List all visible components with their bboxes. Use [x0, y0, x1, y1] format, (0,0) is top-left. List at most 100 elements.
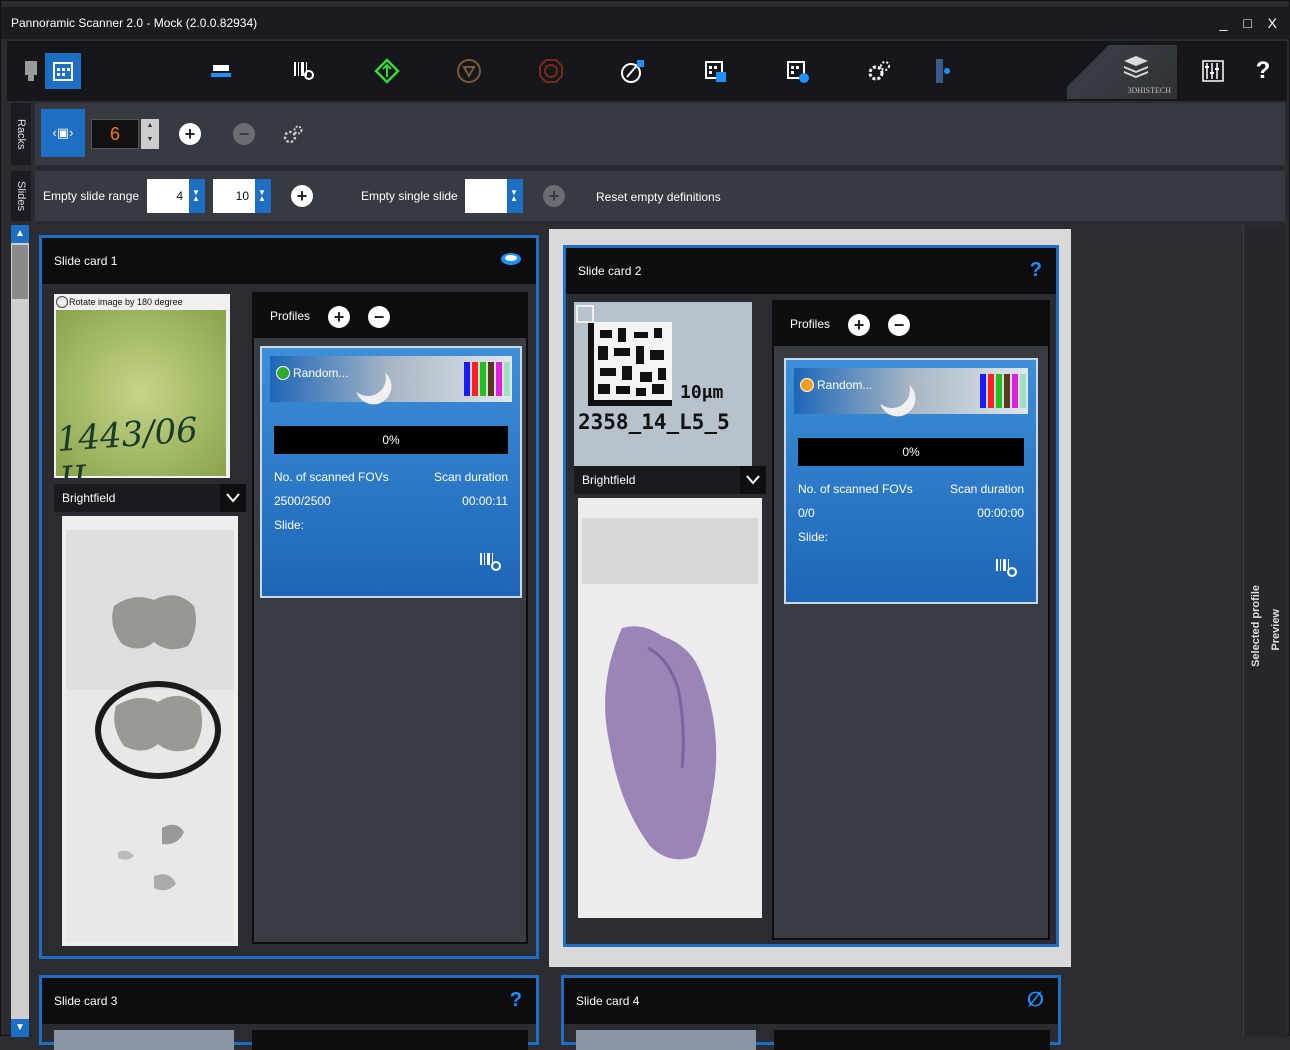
question-icon[interactable]: ?: [1030, 260, 1042, 280]
slide-card-1[interactable]: Slide card 1 Rotate image by 180 degree …: [39, 235, 539, 959]
status-dot: [800, 378, 814, 392]
slide-label: Slide:: [274, 518, 305, 532]
moon-icon: [345, 355, 391, 401]
chevron-down-icon: [740, 466, 766, 494]
barcode-scale: 10μm: [680, 382, 724, 403]
barcode-settings-icon[interactable]: [285, 53, 321, 89]
eye-icon[interactable]: [500, 251, 522, 271]
remove-rack-button[interactable]: −: [233, 123, 255, 145]
remove-profile-button[interactable]: −: [368, 306, 390, 328]
profile-card-top: Random...: [270, 356, 512, 402]
rotate-checkbox[interactable]: Rotate image by 180 degree: [56, 296, 183, 308]
pause-scan-icon[interactable]: [451, 53, 487, 89]
scan-progress: 0%: [274, 426, 508, 454]
scroll-thumb[interactable]: [12, 245, 28, 299]
rack-settings-icon[interactable]: [281, 123, 305, 147]
profile-card[interactable]: Random... 0% No. of scanned FOVs Scan du…: [784, 358, 1038, 604]
duration-value: 00:00:11: [462, 494, 508, 508]
barcode-text: 2358_14_L5_5: [578, 410, 730, 434]
calibration-icon[interactable]: [615, 53, 651, 89]
profile-name-text: Random...: [817, 378, 873, 392]
slide-card-4[interactable]: Slide card 4 ∅: [561, 975, 1061, 1050]
rack-count-stepper[interactable]: ▲ ▼: [141, 119, 159, 149]
status-dot: [276, 366, 290, 380]
window-controls[interactable]: _ □ X: [1220, 7, 1283, 39]
slide-card-2-selection: Slide card 2 ? 10μm 2358_14_L5_5 Brightf…: [549, 229, 1071, 967]
mixer-settings-icon[interactable]: [1195, 53, 1231, 89]
rack-toolbar: ‹▣› 6 ▲ ▼ + −: [35, 103, 1285, 165]
remove-profile-button[interactable]: −: [888, 314, 910, 336]
add-profile-button[interactable]: +: [848, 314, 870, 336]
slide-preview-image: [62, 516, 238, 946]
add-rack-button[interactable]: +: [179, 123, 201, 145]
barcode-settings-icon[interactable]: [994, 557, 1018, 584]
empty-single-label: Empty single slide: [361, 189, 458, 203]
add-range-button[interactable]: +: [291, 185, 313, 207]
selected-profile-tab[interactable]: Selected profile: [1250, 585, 1262, 667]
range-from-input[interactable]: 4: [147, 176, 205, 216]
vertical-scrollbar[interactable]: ▲ ▼: [11, 225, 29, 1037]
slide-card-3[interactable]: Slide card 3 ?: [39, 975, 539, 1050]
rack-count-input[interactable]: 6: [91, 119, 139, 149]
barcode-settings-icon[interactable]: [478, 551, 502, 578]
slide-loader-icon[interactable]: [203, 53, 239, 89]
reset-empty-button[interactable]: Reset empty definitions: [596, 190, 721, 204]
start-scan-icon[interactable]: [369, 53, 405, 89]
rotate-icon: [56, 296, 68, 308]
profile-name: Random...: [800, 378, 872, 392]
save-schedule-icon[interactable]: [697, 53, 733, 89]
rack-navigator-icon[interactable]: ‹▣›: [41, 109, 85, 157]
help-icon[interactable]: ?: [1245, 53, 1281, 89]
card-header: Slide card 4 ∅: [564, 978, 1058, 1024]
preview-tab[interactable]: Preview: [1270, 609, 1282, 651]
values-row: 2500/2500 00:00:11: [274, 494, 508, 508]
slide-row: Slide:: [274, 518, 508, 532]
preview-camera-icon[interactable]: [923, 53, 959, 89]
racks-tab[interactable]: Racks: [11, 103, 31, 165]
fovs-row: No. of scanned FOVs Scan duration: [798, 482, 1024, 496]
scroll-up-icon[interactable]: ▲: [11, 225, 29, 243]
add-single-button[interactable]: +: [543, 185, 565, 207]
empty-slides-toolbar: Empty slide range 4 10 + Empty single sl…: [35, 171, 1285, 221]
profile-card[interactable]: Random... 0% No. of scanned FOVs Scan du…: [260, 346, 522, 598]
slide-row: Slide:: [798, 530, 1024, 544]
slide-label-image: Rotate image by 180 degree 1443/06 II: [54, 294, 230, 478]
load-schedule-icon[interactable]: [779, 53, 815, 89]
add-profile-button[interactable]: +: [328, 306, 350, 328]
range-from-value: 4: [176, 189, 183, 203]
card-header: Slide card 2 ?: [566, 248, 1056, 294]
duration-value: 00:00:00: [977, 506, 1024, 520]
channel-value: Brightfield: [62, 491, 116, 505]
slide-label: Slide:: [798, 530, 829, 544]
profiles-header: Profiles: [774, 302, 1048, 346]
slide-card-2[interactable]: Slide card 2 ? 10μm 2358_14_L5_5 Brightf…: [563, 245, 1059, 947]
slides-tab-label: Slides: [15, 181, 27, 211]
profiles-label: Profiles: [270, 309, 311, 323]
channel-dropdown[interactable]: Brightfield: [574, 466, 766, 494]
calendar-icon[interactable]: [45, 53, 81, 89]
range-to-input[interactable]: 10: [213, 176, 271, 216]
fovs-row: No. of scanned FOVs Scan duration: [274, 470, 508, 484]
slides-tab[interactable]: Slides: [11, 171, 31, 221]
fovs-label: No. of scanned FOVs: [274, 470, 389, 484]
profile-card-top: Random...: [794, 368, 1028, 414]
fovs-value: 2500/2500: [274, 494, 331, 508]
device-icon[interactable]: [13, 53, 49, 89]
window-title: Pannoramic Scanner 2.0 - Mock (2.0.0.829…: [11, 16, 258, 30]
settings-gears-icon[interactable]: [861, 53, 897, 89]
stop-scan-icon[interactable]: [533, 53, 569, 89]
card-title: Slide card 2: [578, 264, 642, 278]
card-header: Slide card 1: [42, 238, 536, 284]
card-title: Slide card 3: [54, 994, 118, 1008]
channel-color-bars: [464, 362, 510, 396]
chevron-down-icon: [220, 484, 246, 512]
fovs-value: 0/0: [798, 506, 815, 520]
question-icon[interactable]: ?: [510, 990, 522, 1010]
range-to-value: 10: [235, 189, 249, 203]
scroll-down-icon[interactable]: ▼: [11, 1019, 29, 1037]
datamatrix-barcode: [574, 302, 752, 466]
empty-set-icon[interactable]: ∅: [1027, 990, 1044, 1010]
profiles-panel: [774, 1030, 1050, 1050]
empty-single-input[interactable]: [465, 176, 523, 216]
channel-dropdown[interactable]: Brightfield: [54, 484, 246, 512]
